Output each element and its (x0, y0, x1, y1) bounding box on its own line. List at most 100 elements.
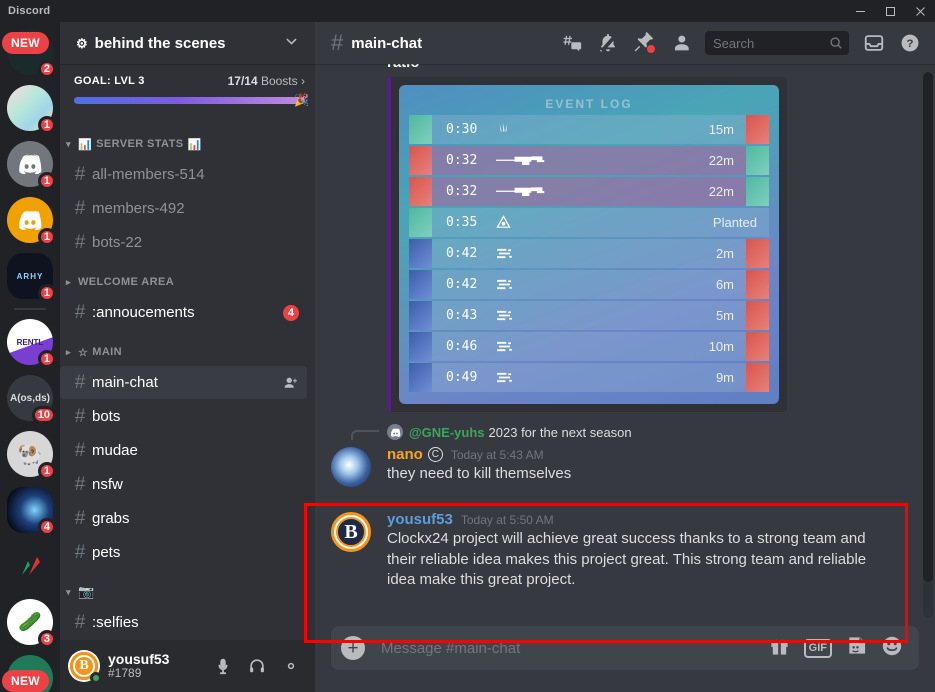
sidebar-item-main-chat[interactable]: # main-chat (60, 366, 307, 399)
user-names[interactable]: yousuf53 #1789 (108, 651, 169, 681)
boost-bar-track: 🎉 (74, 93, 309, 107)
avatar (387, 424, 403, 440)
app-body: NEW 2 1 1 1 ARHY 1 RENTL 1 A(os,ds) 10 🐏… (0, 22, 935, 692)
message-scrollbar[interactable] (923, 72, 933, 618)
close-icon[interactable] (905, 0, 935, 22)
member-list-icon[interactable] (663, 26, 697, 60)
hash-nsfw-icon: # (74, 474, 86, 495)
boost-bar-fill (74, 97, 305, 104)
message-input[interactable] (381, 639, 769, 657)
sidebar-item-grabs[interactable]: # grabs (60, 502, 307, 535)
plus-circle-icon[interactable]: + (341, 636, 365, 660)
agent-portrait-left (409, 239, 432, 268)
channel-label: mudae (92, 442, 138, 459)
event-row: 0:30 15m (409, 115, 769, 144)
event-time: 0:43 (446, 308, 478, 323)
agent-portrait-right (746, 270, 769, 299)
guild-badge: 1 (37, 172, 56, 190)
sidebar-item-mudae[interactable]: # mudae (60, 434, 307, 467)
guild-item-arhyos[interactable]: ARHY 1 (0, 248, 60, 304)
headphones-icon[interactable] (241, 650, 273, 682)
search-box[interactable] (705, 31, 849, 55)
avatar[interactable]: B (331, 512, 371, 552)
agent-portrait-right (746, 301, 769, 330)
message-item[interactable]: B yousuf53 Today at 5:50 AM Clockx24 pro… (315, 509, 935, 591)
guild-item-new-top[interactable]: NEW 2 (0, 24, 60, 80)
message-author[interactable]: nano (387, 446, 423, 463)
guild-item-aosds[interactable]: A(os,ds) 10 (0, 370, 60, 426)
maximize-icon[interactable] (875, 0, 905, 22)
guild-item-lightning[interactable]: 4 (0, 482, 60, 538)
gift-icon[interactable] (769, 635, 790, 661)
category-selfies-group[interactable]: ▾ 📷 (60, 579, 315, 605)
guild-item-rentl[interactable]: RENTL 1 (0, 314, 60, 370)
agent-portrait-left (409, 146, 432, 175)
message-author[interactable]: yousuf53 (387, 511, 453, 528)
guild-item-discord-gray[interactable]: 1 (0, 136, 60, 192)
category-server-stats[interactable]: ▾ 📊 SERVER STATS 📊 (60, 131, 315, 157)
inbox-icon[interactable] (857, 26, 891, 60)
sidebar-item-bots[interactable]: # bots (60, 400, 307, 433)
message-composer: + GIF (315, 626, 935, 692)
assist-icon (496, 309, 513, 322)
mention-link[interactable]: @GNE-yuhs (409, 425, 485, 440)
scrollbar-thumb[interactable] (923, 72, 933, 582)
hash-icon: # (74, 198, 86, 219)
embed-image[interactable]: EVENT LOG 0:30 15m 0:32 22m 0:32 22m 0:3… (399, 85, 779, 404)
guild-item-discord-orange[interactable]: 1 (0, 192, 60, 248)
server-name: behind the scenes (94, 34, 226, 52)
user-controls (207, 650, 307, 682)
channel-label: bots (92, 408, 121, 425)
sidebar-item-all-members-514[interactable]: # all-members-514 (60, 158, 307, 191)
category-main[interactable]: ▸ ☆ MAIN (60, 339, 315, 365)
help-icon[interactable]: ? (893, 26, 927, 60)
emoji-icon[interactable] (881, 635, 903, 662)
sidebar-item-members-492[interactable]: # members-492 (60, 192, 307, 225)
pinned-messages-icon[interactable] (627, 26, 661, 60)
pinned-unread-dot (647, 45, 655, 53)
threads-icon[interactable] (555, 26, 589, 60)
sidebar-item-bots-22[interactable]: # bots-22 (60, 226, 307, 259)
server-header[interactable]: ⚙ behind the scenes (60, 22, 315, 64)
sidebar-item-nsfw[interactable]: # nsfw (60, 468, 307, 501)
event-value: 6m (715, 277, 734, 292)
avatar[interactable] (331, 447, 371, 487)
guild-item-colorful[interactable]: 1 (0, 80, 60, 136)
event-time: 0:42 (446, 277, 478, 292)
category-welcome-area[interactable]: ▸ WELCOME AREA (60, 269, 315, 295)
message-list[interactable]: ratio EVENT LOG 0:30 15m (315, 64, 935, 626)
create-invite-icon[interactable] (283, 375, 299, 391)
gear-icon[interactable] (275, 650, 307, 682)
guild-rail[interactable]: NEW 2 1 1 1 ARHY 1 RENTL 1 A(os,ds) 10 🐏… (0, 22, 60, 692)
agent-portrait-left (409, 208, 432, 237)
sticker-icon[interactable] (846, 635, 867, 661)
search-input[interactable] (713, 35, 829, 51)
guild-item-new-bottom[interactable]: NEW (0, 650, 60, 692)
event-time: 0:32 (446, 184, 478, 199)
guild-item-pickle[interactable]: 🥒 3 (0, 594, 60, 650)
gif-icon[interactable]: GIF (803, 638, 832, 658)
sidebar-item-pets[interactable]: # pets (60, 536, 307, 569)
avatar[interactable]: B (68, 650, 102, 684)
guild-badge: 10 (31, 406, 56, 424)
sidebar-item-selfies[interactable]: # :selfies (60, 606, 307, 639)
boost-progress-bar[interactable]: GOAL: LVL 3 17/14 Boosts › 🎉 (60, 64, 315, 113)
mute-notifications-icon[interactable] (591, 26, 625, 60)
reply-reference[interactable]: @GNE-yuhs 2023 for the next season (315, 420, 935, 442)
rail-divider (14, 308, 46, 310)
event-time: 0:32 (446, 153, 478, 168)
channel-label: bots-22 (92, 234, 143, 251)
chart-icon: 📊 (187, 138, 202, 151)
search-icon (829, 36, 843, 50)
category-label: SERVER STATS (96, 138, 184, 150)
minimize-icon[interactable] (845, 0, 875, 22)
microphone-icon[interactable] (207, 650, 239, 682)
guild-item-arrow[interactable] (0, 538, 60, 594)
mention-badge: 4 (282, 304, 299, 321)
channel-list[interactable]: ▾ 📊 SERVER STATS 📊 # all-members-514 # m… (60, 113, 315, 640)
message-item[interactable]: nano C Today at 5:43 AM they need to kil… (315, 444, 935, 487)
channel-label: main-chat (92, 374, 158, 391)
guild-item-ram[interactable]: 🐏 1 (0, 426, 60, 482)
main-content: # main-chat Search ? EVENT LOG 0:30 15m … (315, 22, 935, 692)
sidebar-item-annoucements[interactable]: # :annoucements 4 (60, 296, 307, 329)
